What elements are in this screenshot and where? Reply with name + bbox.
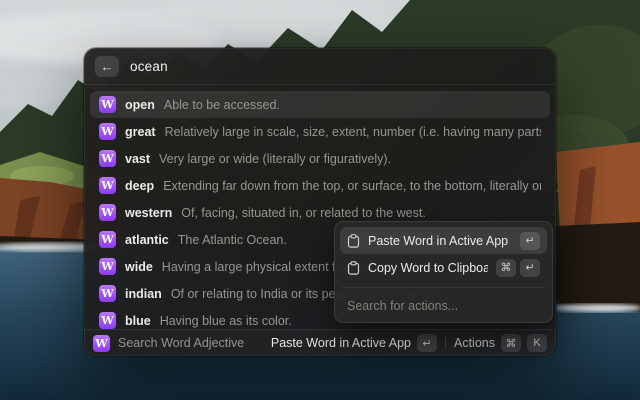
word-extension-icon: W [99, 96, 116, 113]
result-description: Of, facing, situated in, or related to t… [181, 206, 541, 220]
result-word: vast [125, 152, 150, 166]
status-bar: W Search Word Adjective Paste Word in Ac… [84, 329, 556, 356]
back-arrow-icon: ← [101, 59, 114, 74]
action-menu-item[interactable]: Copy Word to Clipboard ⌘↵ [340, 254, 547, 281]
action-item-shortcut: ⌘↵ [496, 259, 540, 277]
shortcut-key-badge: ↵ [520, 232, 540, 250]
result-word: great [125, 125, 156, 139]
result-word: western [125, 206, 172, 220]
action-item-shortcut: ↵ [520, 232, 540, 250]
word-extension-icon: W [99, 258, 116, 275]
result-word: blue [125, 314, 151, 328]
word-extension-icon: W [99, 177, 116, 194]
result-description: Extending far down from the top, or surf… [163, 179, 541, 193]
word-extension-icon: W [99, 312, 116, 329]
back-button[interactable]: ← [95, 56, 119, 77]
result-row[interactable]: W deep Extending far down from the top, … [90, 172, 550, 199]
word-extension-icon: W [99, 123, 116, 140]
actions-button[interactable]: Actions ⌘ K [454, 334, 547, 352]
result-row[interactable]: W open Able to be accessed. [90, 91, 550, 118]
word-extension-icon: W [99, 150, 116, 167]
status-bar-right: Paste Word in Active App ↵ Actions ⌘ K [271, 334, 547, 352]
action-menu-item[interactable]: Paste Word in Active App ↵ [340, 227, 547, 254]
shortcut-key-badge: ⌘ [496, 259, 516, 277]
clipboard-icon [347, 234, 360, 248]
result-word: deep [125, 179, 154, 193]
extension-icon: W [93, 335, 110, 352]
return-key-badge: ↵ [417, 334, 437, 352]
search-input[interactable]: ocean [130, 59, 168, 74]
action-panel: Paste Word in Active App ↵ Copy Word to … [334, 221, 553, 323]
shortcut-key-badge: ↵ [520, 259, 540, 277]
action-panel-divider [342, 287, 545, 288]
result-word: open [125, 98, 155, 112]
extension-name: Search Word Adjective [118, 336, 244, 350]
k-key-badge: K [527, 334, 547, 352]
result-description: Very large or wide (literally or figurat… [159, 152, 541, 166]
status-bar-left: W Search Word Adjective [93, 335, 244, 352]
primary-action-label: Paste Word in Active App [271, 336, 411, 350]
result-word: indian [125, 287, 162, 301]
action-panel-items: Paste Word in Active App ↵ Copy Word to … [340, 227, 547, 281]
actions-label: Actions [454, 336, 495, 350]
word-extension-icon: W [99, 231, 116, 248]
search-header: ← ocean [84, 48, 556, 85]
clipboard-icon [347, 261, 360, 275]
result-description: Relatively large in scale, size, extent,… [165, 125, 541, 139]
action-item-label: Paste Word in Active App [368, 234, 512, 248]
primary-action-button[interactable]: Paste Word in Active App ↵ [271, 334, 437, 352]
result-row[interactable]: W great Relatively large in scale, size,… [90, 118, 550, 145]
status-bar-separator [445, 336, 446, 350]
command-key-badge: ⌘ [501, 334, 521, 352]
result-word: atlantic [125, 233, 169, 247]
word-extension-icon: W [99, 285, 116, 302]
result-row[interactable]: W vast Very large or wide (literally or … [90, 145, 550, 172]
launcher-window: ← ocean W open Able to be accessed. W gr… [84, 48, 556, 356]
result-word: wide [125, 260, 153, 274]
screen: ← ocean W open Able to be accessed. W gr… [0, 0, 640, 400]
action-item-label: Copy Word to Clipboard [368, 261, 488, 275]
word-extension-icon: W [99, 204, 116, 221]
result-description: Able to be accessed. [164, 98, 541, 112]
action-search-input[interactable]: Search for actions... [340, 294, 547, 317]
